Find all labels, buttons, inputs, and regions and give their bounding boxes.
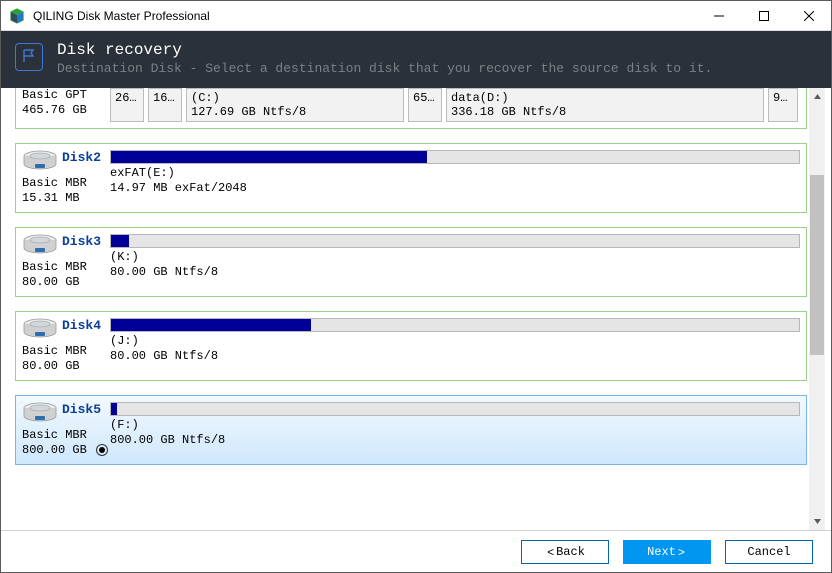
disk-name: Disk4 bbox=[62, 318, 101, 333]
window-title: QILING Disk Master Professional bbox=[33, 9, 696, 23]
disk-drive-icon bbox=[22, 318, 58, 344]
partition-info: 80.00 GB Ntfs/8 bbox=[110, 349, 800, 364]
partition-info: 800.00 GB Ntfs/8 bbox=[110, 433, 800, 448]
partition-info: 80.00 GB Ntfs/8 bbox=[110, 265, 800, 280]
partition-block[interactable]: 16... bbox=[148, 88, 182, 122]
app-icon bbox=[9, 8, 25, 24]
disk-size: 15.31 MB bbox=[22, 191, 110, 206]
scroll-up-arrow[interactable] bbox=[809, 88, 825, 105]
disk-size: 465.76 GB bbox=[22, 103, 110, 118]
content-area: Basic GPT465.76 GB26...16...(C:)127.69 G… bbox=[1, 88, 831, 530]
disk-drive-icon bbox=[22, 402, 58, 428]
partition-volume-label: (J:) bbox=[110, 334, 800, 349]
disk-row[interactable]: Disk4 Basic MBR80.00 GB(J:)80.00 GB Ntfs/… bbox=[15, 311, 807, 381]
scrollbar-thumb[interactable] bbox=[810, 175, 824, 355]
disk-type: Basic MBR bbox=[22, 344, 110, 359]
wizard-footer: <Back Next> Cancel bbox=[1, 530, 831, 572]
disk-drive-icon bbox=[22, 150, 58, 176]
cancel-button[interactable]: Cancel bbox=[725, 540, 813, 564]
partition-usage-bar[interactable] bbox=[110, 318, 800, 332]
disk-row[interactable]: Disk5 Basic MBR800.00 GB (F:)800.00 GB Nt… bbox=[15, 395, 807, 465]
disk-name: Disk3 bbox=[62, 234, 101, 249]
partition-usage-bar[interactable] bbox=[110, 234, 800, 248]
disk-row[interactable]: Disk3 Basic MBR80.00 GB(K:)80.00 GB Ntfs/… bbox=[15, 227, 807, 297]
minimize-button[interactable] bbox=[696, 1, 741, 30]
partition-volume-label: exFAT(E:) bbox=[110, 166, 800, 181]
close-button[interactable] bbox=[786, 1, 831, 30]
titlebar: QILING Disk Master Professional bbox=[1, 1, 831, 31]
partition-volume-label: (K:) bbox=[110, 250, 800, 265]
partition-block[interactable]: 99... bbox=[768, 88, 798, 122]
page-title: Disk recovery bbox=[57, 41, 712, 59]
vertical-scrollbar[interactable] bbox=[808, 88, 825, 530]
disk-row[interactable]: Disk2 Basic MBR15.31 MBexFAT(E:)14.97 MB … bbox=[15, 143, 807, 213]
disk-type: Basic MBR bbox=[22, 176, 110, 191]
disk-name: Disk2 bbox=[62, 150, 101, 165]
disk-type: Basic GPT bbox=[22, 88, 110, 103]
partition-block[interactable]: data(D:)336.18 GB Ntfs/8 bbox=[446, 88, 764, 122]
disk-radio[interactable] bbox=[96, 444, 108, 456]
page-subtitle: Destination Disk - Select a destination … bbox=[57, 61, 712, 76]
app-window: QILING Disk Master Professional Disk rec… bbox=[0, 0, 832, 573]
disk-size: 80.00 GB bbox=[22, 359, 110, 374]
partition-info: 14.97 MB exFat/2048 bbox=[110, 181, 800, 196]
disk-type: Basic MBR bbox=[22, 260, 110, 275]
back-button[interactable]: <Back bbox=[521, 540, 609, 564]
page-header: Disk recovery Destination Disk - Select … bbox=[1, 31, 831, 88]
disk-size: 800.00 GB bbox=[22, 443, 110, 458]
partition-usage-bar[interactable] bbox=[110, 150, 800, 164]
recovery-icon bbox=[15, 43, 43, 71]
disk-drive-icon bbox=[22, 234, 58, 260]
partition-block[interactable]: (C:)127.69 GB Ntfs/8 bbox=[186, 88, 404, 122]
next-button[interactable]: Next> bbox=[623, 540, 711, 564]
scroll-down-arrow[interactable] bbox=[809, 513, 825, 530]
partition-usage-bar[interactable] bbox=[110, 402, 800, 416]
disk-size: 80.00 GB bbox=[22, 275, 110, 290]
maximize-button[interactable] bbox=[741, 1, 786, 30]
disk-name: Disk5 bbox=[62, 402, 101, 417]
partition-volume-label: (F:) bbox=[110, 418, 800, 433]
partition-block[interactable]: 26... bbox=[110, 88, 144, 122]
disk-type: Basic MBR bbox=[22, 428, 110, 443]
disk-row[interactable]: Basic GPT465.76 GB26...16...(C:)127.69 G… bbox=[15, 88, 807, 129]
partition-block[interactable]: 65... bbox=[408, 88, 442, 122]
